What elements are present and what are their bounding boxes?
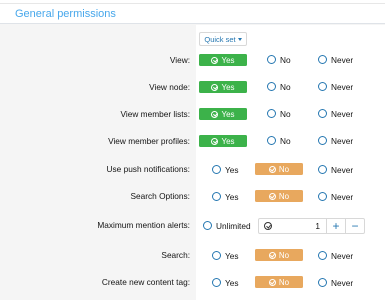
radio-circle-icon [318,55,327,64]
permission-view-member-profiles-no-radio[interactable]: No [267,134,291,147]
check-circle-icon [211,56,219,64]
permission-label-create-new-content-tag: Create new content tag: [101,277,190,287]
radio-circle-icon [267,136,276,145]
quick-set-label: Quick set [204,34,236,44]
quick-set-button[interactable]: Quick set [199,32,247,46]
permission-mention-unlimited-radio[interactable]: Unlimited [203,219,251,232]
permission-view-yes-selected[interactable]: Yes [199,54,247,66]
permission-view-member-lists-no-radio[interactable]: No [267,107,291,120]
permission-search-yes-radio[interactable]: Yes [212,249,239,262]
radio-circle-icon [267,55,276,64]
check-circle-icon [211,110,219,118]
check-circle-icon [268,251,276,259]
permission-view-member-lists-never-radio[interactable]: Never [318,107,353,120]
permission-search-options-never-radio[interactable]: Never [318,190,353,203]
permission-view-node-yes-selected[interactable]: Yes [199,81,247,93]
radio-circle-icon [318,109,327,118]
section-header: General permissions [0,4,385,24]
section-title: General permissions [15,8,116,20]
permission-push-no-selected[interactable]: No [255,163,303,175]
radio-circle-icon [212,192,221,201]
permission-view-member-lists-yes-selected[interactable]: Yes [199,108,247,120]
permission-create-tag-no-selected[interactable]: No [255,276,303,288]
permission-push-never-radio[interactable]: Never [318,163,353,176]
permission-label-view-member-lists: View member lists: [120,109,190,119]
permission-label-view: View: [169,55,190,65]
permission-create-tag-never-radio[interactable]: Never [318,276,353,289]
permission-label-view-node: View node: [149,82,190,92]
caret-down-icon [237,37,242,41]
permission-view-node-no-radio[interactable]: No [267,80,291,93]
check-circle-icon [211,83,219,91]
radio-circle-icon [318,82,327,91]
check-circle-icon [264,222,272,230]
decrement-minus-icon[interactable]: − [345,219,364,233]
radio-circle-icon [318,165,327,174]
radio-circle-icon [203,221,212,230]
permission-view-no-radio[interactable]: No [267,53,291,66]
permission-search-never-radio[interactable]: Never [318,249,353,262]
permission-search-options-yes-radio[interactable]: Yes [212,190,239,203]
radio-circle-icon [318,278,327,287]
check-circle-icon [268,192,276,200]
check-circle-icon [268,278,276,286]
permission-search-no-selected[interactable]: No [255,249,303,261]
permission-label-view-member-profiles: View member profiles: [108,136,190,146]
permission-push-yes-radio[interactable]: Yes [212,163,239,176]
permission-label-search: Search: [161,250,190,260]
permission-search-options-no-selected[interactable]: No [255,190,303,202]
permission-label-maximum-mention-alerts: Maximum mention alerts: [97,220,190,230]
check-circle-icon [268,165,276,173]
radio-circle-icon [318,136,327,145]
permission-view-node-never-radio[interactable]: Never [318,80,353,93]
permission-view-member-profiles-never-radio[interactable]: Never [318,134,353,147]
permission-view-never-radio[interactable]: Never [318,53,353,66]
radio-circle-icon [318,192,327,201]
permission-label-use-push-notifications: Use push notifications: [106,164,190,174]
mention-alerts-value[interactable]: 1 [272,221,326,231]
permission-create-tag-yes-radio[interactable]: Yes [212,276,239,289]
radio-circle-icon [267,109,276,118]
radio-circle-icon [212,251,221,260]
permission-view-member-profiles-yes-selected[interactable]: Yes [199,135,247,147]
permission-label-search-options: Search Options: [130,191,191,201]
radio-circle-icon [318,251,327,260]
mention-alerts-stepper[interactable]: 1 + − [258,218,365,234]
increment-plus-icon[interactable]: + [326,219,345,233]
radio-circle-icon [267,82,276,91]
check-circle-icon [211,137,219,145]
radio-circle-icon [212,165,221,174]
radio-circle-icon [212,278,221,287]
